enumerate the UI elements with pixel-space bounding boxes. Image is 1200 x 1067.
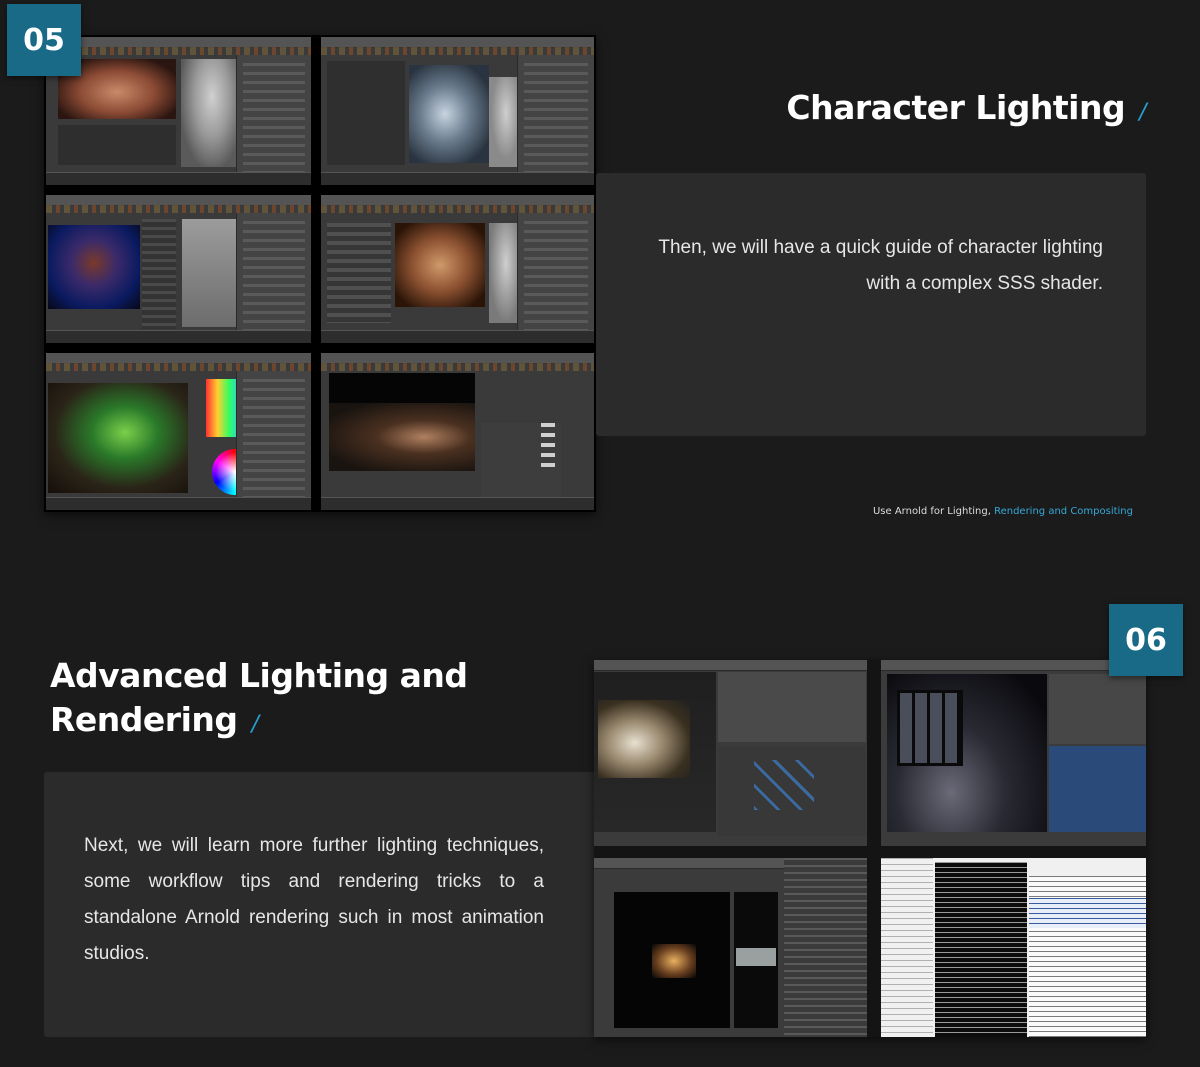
title-line-2: Rendering bbox=[50, 700, 238, 739]
advanced-lighting-screenshot-grid bbox=[594, 660, 1146, 1037]
description-text: Next, we will learn more further lightin… bbox=[84, 828, 544, 972]
screenshot-armor-shader bbox=[321, 37, 594, 185]
slash-accent-icon: / bbox=[1139, 100, 1146, 125]
credit-caption: Use Arnold for Lighting, Rendering and C… bbox=[873, 506, 1133, 517]
section-number-badge-06: 06 bbox=[1109, 604, 1183, 676]
description-line-3: standalone Arnold rendering such in most… bbox=[84, 907, 544, 928]
title-line-1: Advanced Lighting and bbox=[50, 656, 468, 695]
description-line-1: Next, we will learn more further lightin… bbox=[84, 835, 544, 856]
screenshot-green-light-render bbox=[46, 353, 311, 510]
description-text: Then, we will have a quick guide of char… bbox=[583, 230, 1103, 302]
description-panel: Then, we will have a quick guide of char… bbox=[596, 173, 1146, 436]
character-lighting-screenshot-grid bbox=[44, 35, 596, 512]
credit-link[interactable]: Rendering and Compositing bbox=[994, 506, 1133, 517]
screenshot-face-sculpt bbox=[46, 37, 311, 185]
screenshot-command-line bbox=[881, 858, 1146, 1037]
credit-prefix: Use Arnold for Lighting, bbox=[872, 506, 995, 517]
description-line-2: some workflow tips and rendering tricks … bbox=[84, 871, 544, 892]
screenshot-character-blue-render bbox=[46, 195, 311, 343]
screenshot-interior-render bbox=[881, 660, 1146, 846]
description-line-1: Then, we will have a quick guide of char… bbox=[658, 237, 1103, 258]
description-panel: Next, we will learn more further lightin… bbox=[44, 772, 596, 1037]
title-text: Character Lighting bbox=[786, 88, 1126, 127]
slash-accent-icon: / bbox=[251, 712, 259, 737]
section-title-character-lighting: Character Lighting / bbox=[786, 88, 1146, 127]
screenshot-node-compositing bbox=[321, 353, 594, 510]
section-number-badge-05: 05 bbox=[7, 4, 81, 76]
screenshot-scene-nodes bbox=[594, 660, 867, 846]
description-line-2: with a complex SSS shader. bbox=[866, 273, 1103, 294]
description-line-4: studios. bbox=[84, 943, 150, 964]
screenshot-render-view bbox=[594, 858, 867, 1037]
section-title-advanced-lighting: Advanced Lighting and Rendering / bbox=[50, 654, 468, 747]
screenshot-face-closeup-render bbox=[321, 195, 594, 343]
